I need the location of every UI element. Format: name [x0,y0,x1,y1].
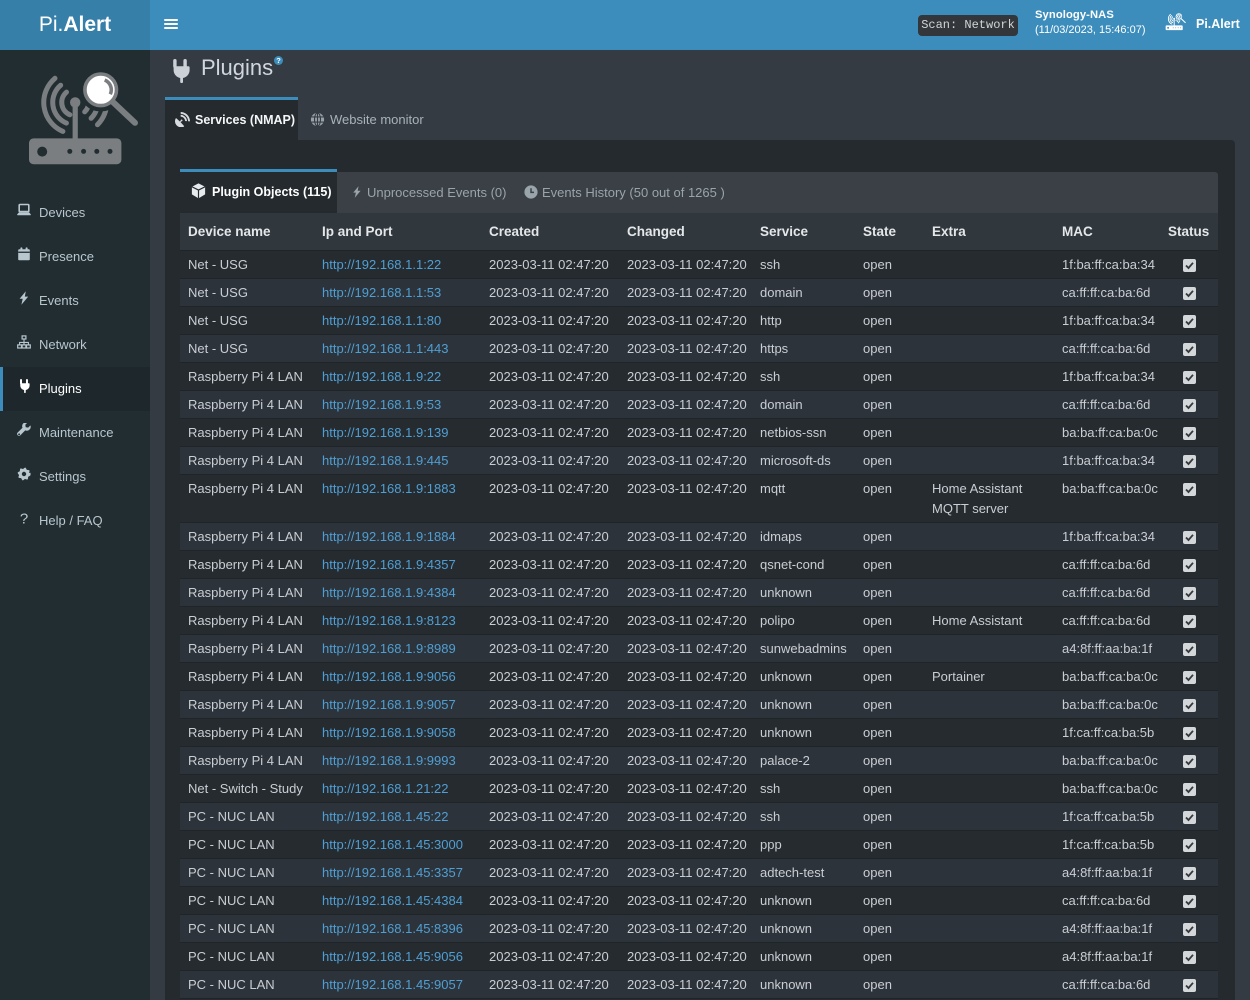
svg-text:?: ? [20,511,28,525]
